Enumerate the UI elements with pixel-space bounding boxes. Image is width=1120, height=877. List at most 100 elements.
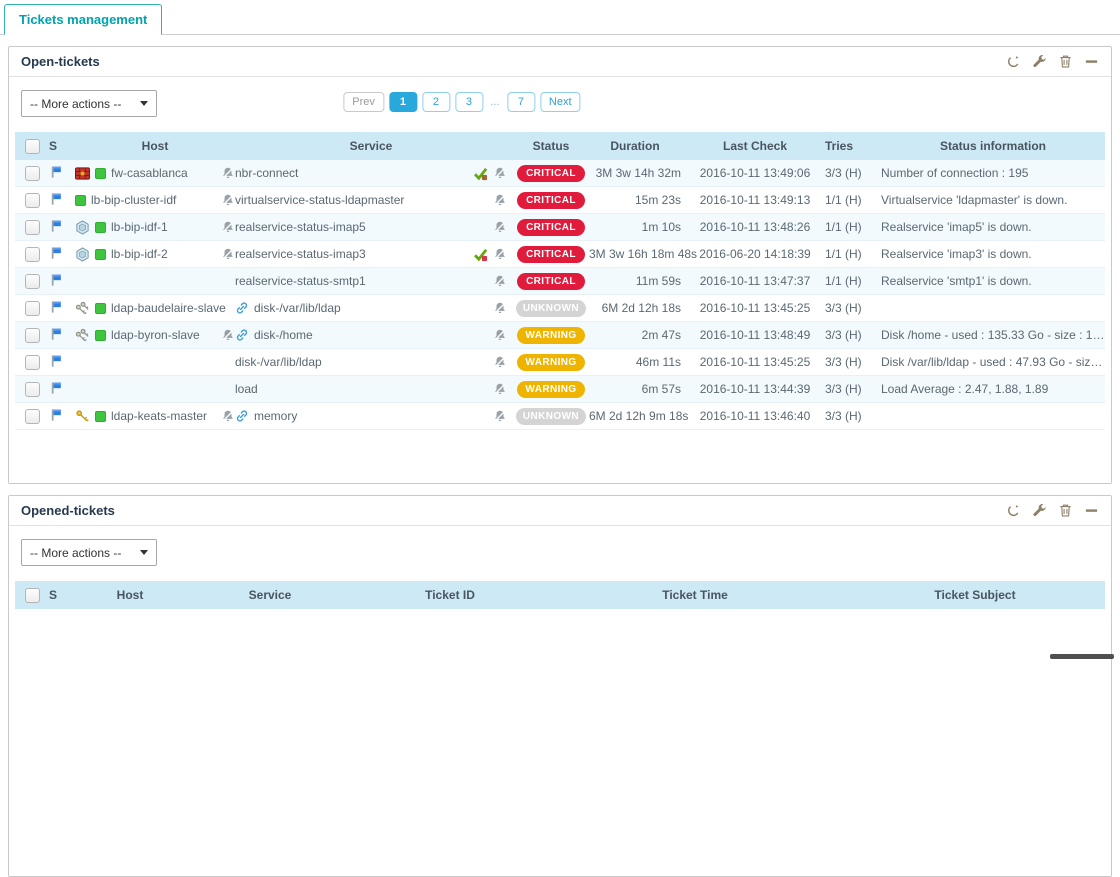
flag-icon bbox=[49, 408, 63, 422]
col-header-status-information: Status information bbox=[881, 139, 1105, 153]
refresh-icon[interactable] bbox=[1006, 54, 1021, 69]
row-checkbox[interactable] bbox=[25, 328, 40, 343]
table-row[interactable]: lb-bip-idf-2 realservice-status-imap3 CR… bbox=[15, 241, 1105, 268]
host-status-square bbox=[95, 249, 106, 260]
row-checkbox[interactable] bbox=[25, 193, 40, 208]
row-checkbox[interactable] bbox=[25, 409, 40, 424]
row-service-name[interactable]: disk-/var/lib/ldap bbox=[254, 301, 341, 315]
pagination-page-2[interactable]: 2 bbox=[422, 92, 450, 112]
row-tries: 1/1 (H) bbox=[825, 220, 881, 234]
chevron-down-icon bbox=[140, 550, 148, 555]
row-checkbox[interactable] bbox=[25, 301, 40, 316]
flag-icon bbox=[49, 273, 63, 287]
collapse-icon[interactable] bbox=[1084, 503, 1099, 518]
row-checkbox[interactable] bbox=[25, 166, 40, 181]
open-tickets-header: Open-tickets bbox=[9, 47, 1111, 77]
row-status-info: Virtualservice 'ldapmaster' is down. bbox=[881, 193, 1105, 207]
pagination-prev-button[interactable]: Prev bbox=[343, 92, 384, 112]
more-actions-select[interactable]: -- More actions -- bbox=[21, 90, 157, 117]
row-status-info: Load Average : 2.47, 1.88, 1.89 bbox=[881, 382, 1105, 396]
opened-tickets-header: Opened-tickets bbox=[9, 496, 1111, 526]
row-service-name[interactable]: disk-/var/lib/ldap bbox=[235, 355, 322, 369]
service-link-icon[interactable] bbox=[235, 409, 249, 423]
row-service-name[interactable]: realservice-status-imap5 bbox=[235, 220, 366, 234]
row-duration: 6m 57s bbox=[589, 382, 685, 396]
table-row[interactable]: ldap-byron-slave disk-/home WARNING 2m 4… bbox=[15, 322, 1105, 349]
opened-tickets-panel: Opened-tickets -- More actions -- S Host… bbox=[8, 495, 1112, 877]
flag-icon bbox=[49, 327, 63, 341]
pagination-next-button[interactable]: Next bbox=[540, 92, 581, 112]
service-bell-icon bbox=[493, 328, 507, 342]
row-host-name[interactable]: lb-bip-idf-1 bbox=[111, 220, 168, 234]
row-host-name[interactable]: ldap-keats-master bbox=[111, 409, 207, 423]
row-tries: 3/3 (H) bbox=[825, 301, 881, 315]
pagination-page-last[interactable]: 7 bbox=[507, 92, 535, 112]
pagination-page-1[interactable]: 1 bbox=[389, 92, 417, 112]
opened-tickets-column-headers: S Host Service Ticket ID Ticket Time Tic… bbox=[15, 581, 1105, 609]
more-actions-label: -- More actions -- bbox=[30, 97, 140, 111]
row-service-name[interactable]: memory bbox=[254, 409, 297, 423]
wrench-icon[interactable] bbox=[1032, 54, 1047, 69]
table-row[interactable]: ldap-keats-master memory UNKNOWN 6M 2d 1… bbox=[15, 403, 1105, 430]
tab-tickets-management[interactable]: Tickets management bbox=[4, 4, 162, 35]
row-service-name[interactable]: load bbox=[235, 382, 258, 396]
row-service-name[interactable]: disk-/home bbox=[254, 328, 313, 342]
host-bell-icon bbox=[221, 166, 235, 180]
table-row[interactable]: load WARNING 6m 57s 2016-10-11 13:44:39 … bbox=[15, 376, 1105, 403]
trash-icon[interactable] bbox=[1058, 54, 1073, 69]
flag-icon bbox=[49, 192, 63, 206]
row-tries: 3/3 (H) bbox=[825, 355, 881, 369]
col-header-tries: Tries bbox=[825, 139, 881, 153]
col-header-service: Service bbox=[185, 588, 355, 602]
table-row[interactable]: realservice-status-smtp1 CRITICAL 11m 59… bbox=[15, 268, 1105, 295]
status-badge: CRITICAL bbox=[517, 219, 585, 236]
service-link-icon[interactable] bbox=[235, 328, 249, 342]
row-checkbox[interactable] bbox=[25, 355, 40, 370]
row-status-info: Disk /home - used : 135.33 Go - size : 1… bbox=[881, 328, 1105, 342]
row-service-name[interactable]: realservice-status-imap3 bbox=[235, 247, 366, 261]
key-icon bbox=[75, 409, 90, 424]
row-service-name[interactable]: nbr-connect bbox=[235, 166, 298, 180]
service-bell-icon bbox=[493, 274, 507, 288]
row-service-name[interactable]: virtualservice-status-ldapmaster bbox=[235, 193, 404, 207]
row-host-name[interactable]: lb-bip-cluster-idf bbox=[91, 193, 176, 207]
hexagon-icon bbox=[75, 220, 90, 235]
row-host-name[interactable]: ldap-baudelaire-slave bbox=[111, 301, 226, 315]
row-host-name[interactable]: fw-casablanca bbox=[111, 166, 188, 180]
keys-icon bbox=[75, 328, 90, 343]
pagination-page-3[interactable]: 3 bbox=[455, 92, 483, 112]
status-badge: UNKNOWN bbox=[516, 408, 586, 425]
table-row[interactable]: lb-bip-idf-1 realservice-status-imap5 CR… bbox=[15, 214, 1105, 241]
row-service-name[interactable]: realservice-status-smtp1 bbox=[235, 274, 366, 288]
select-all-checkbox[interactable] bbox=[25, 588, 40, 603]
refresh-icon[interactable] bbox=[1006, 503, 1021, 518]
select-all-checkbox[interactable] bbox=[25, 139, 40, 154]
row-checkbox[interactable] bbox=[25, 382, 40, 397]
row-checkbox[interactable] bbox=[25, 247, 40, 262]
more-actions-label: -- More actions -- bbox=[30, 546, 140, 560]
row-last-check: 2016-10-11 13:47:37 bbox=[685, 274, 825, 288]
service-link-icon[interactable] bbox=[235, 301, 249, 315]
host-bell-icon bbox=[221, 247, 235, 261]
more-actions-select[interactable]: -- More actions -- bbox=[21, 539, 157, 566]
trash-icon[interactable] bbox=[1058, 503, 1073, 518]
row-duration: 2m 47s bbox=[589, 328, 685, 342]
service-bell-icon bbox=[493, 382, 507, 396]
service-bell-icon bbox=[493, 247, 507, 261]
host-status-square bbox=[75, 195, 86, 206]
row-checkbox[interactable] bbox=[25, 274, 40, 289]
table-row[interactable]: lb-bip-cluster-idf virtualservice-status… bbox=[15, 187, 1105, 214]
wrench-icon[interactable] bbox=[1032, 503, 1047, 518]
col-header-s: S bbox=[49, 139, 75, 153]
table-row[interactable]: ldap-baudelaire-slave disk-/var/lib/ldap… bbox=[15, 295, 1105, 322]
row-host-name[interactable]: lb-bip-idf-2 bbox=[111, 247, 168, 261]
horizontal-scrollbar-thumb[interactable] bbox=[1050, 654, 1114, 659]
row-host-name[interactable]: ldap-byron-slave bbox=[111, 328, 200, 342]
table-row[interactable]: disk-/var/lib/ldap WARNING 46m 11s 2016-… bbox=[15, 349, 1105, 376]
service-bell-icon bbox=[493, 166, 507, 180]
row-last-check: 2016-10-11 13:46:40 bbox=[685, 409, 825, 423]
row-checkbox[interactable] bbox=[25, 220, 40, 235]
row-duration: 3M 3w 16h 18m 48s bbox=[589, 247, 685, 261]
table-row[interactable]: fw-casablanca nbr-connect CRITICAL 3M 3w… bbox=[15, 160, 1105, 187]
collapse-icon[interactable] bbox=[1084, 54, 1099, 69]
